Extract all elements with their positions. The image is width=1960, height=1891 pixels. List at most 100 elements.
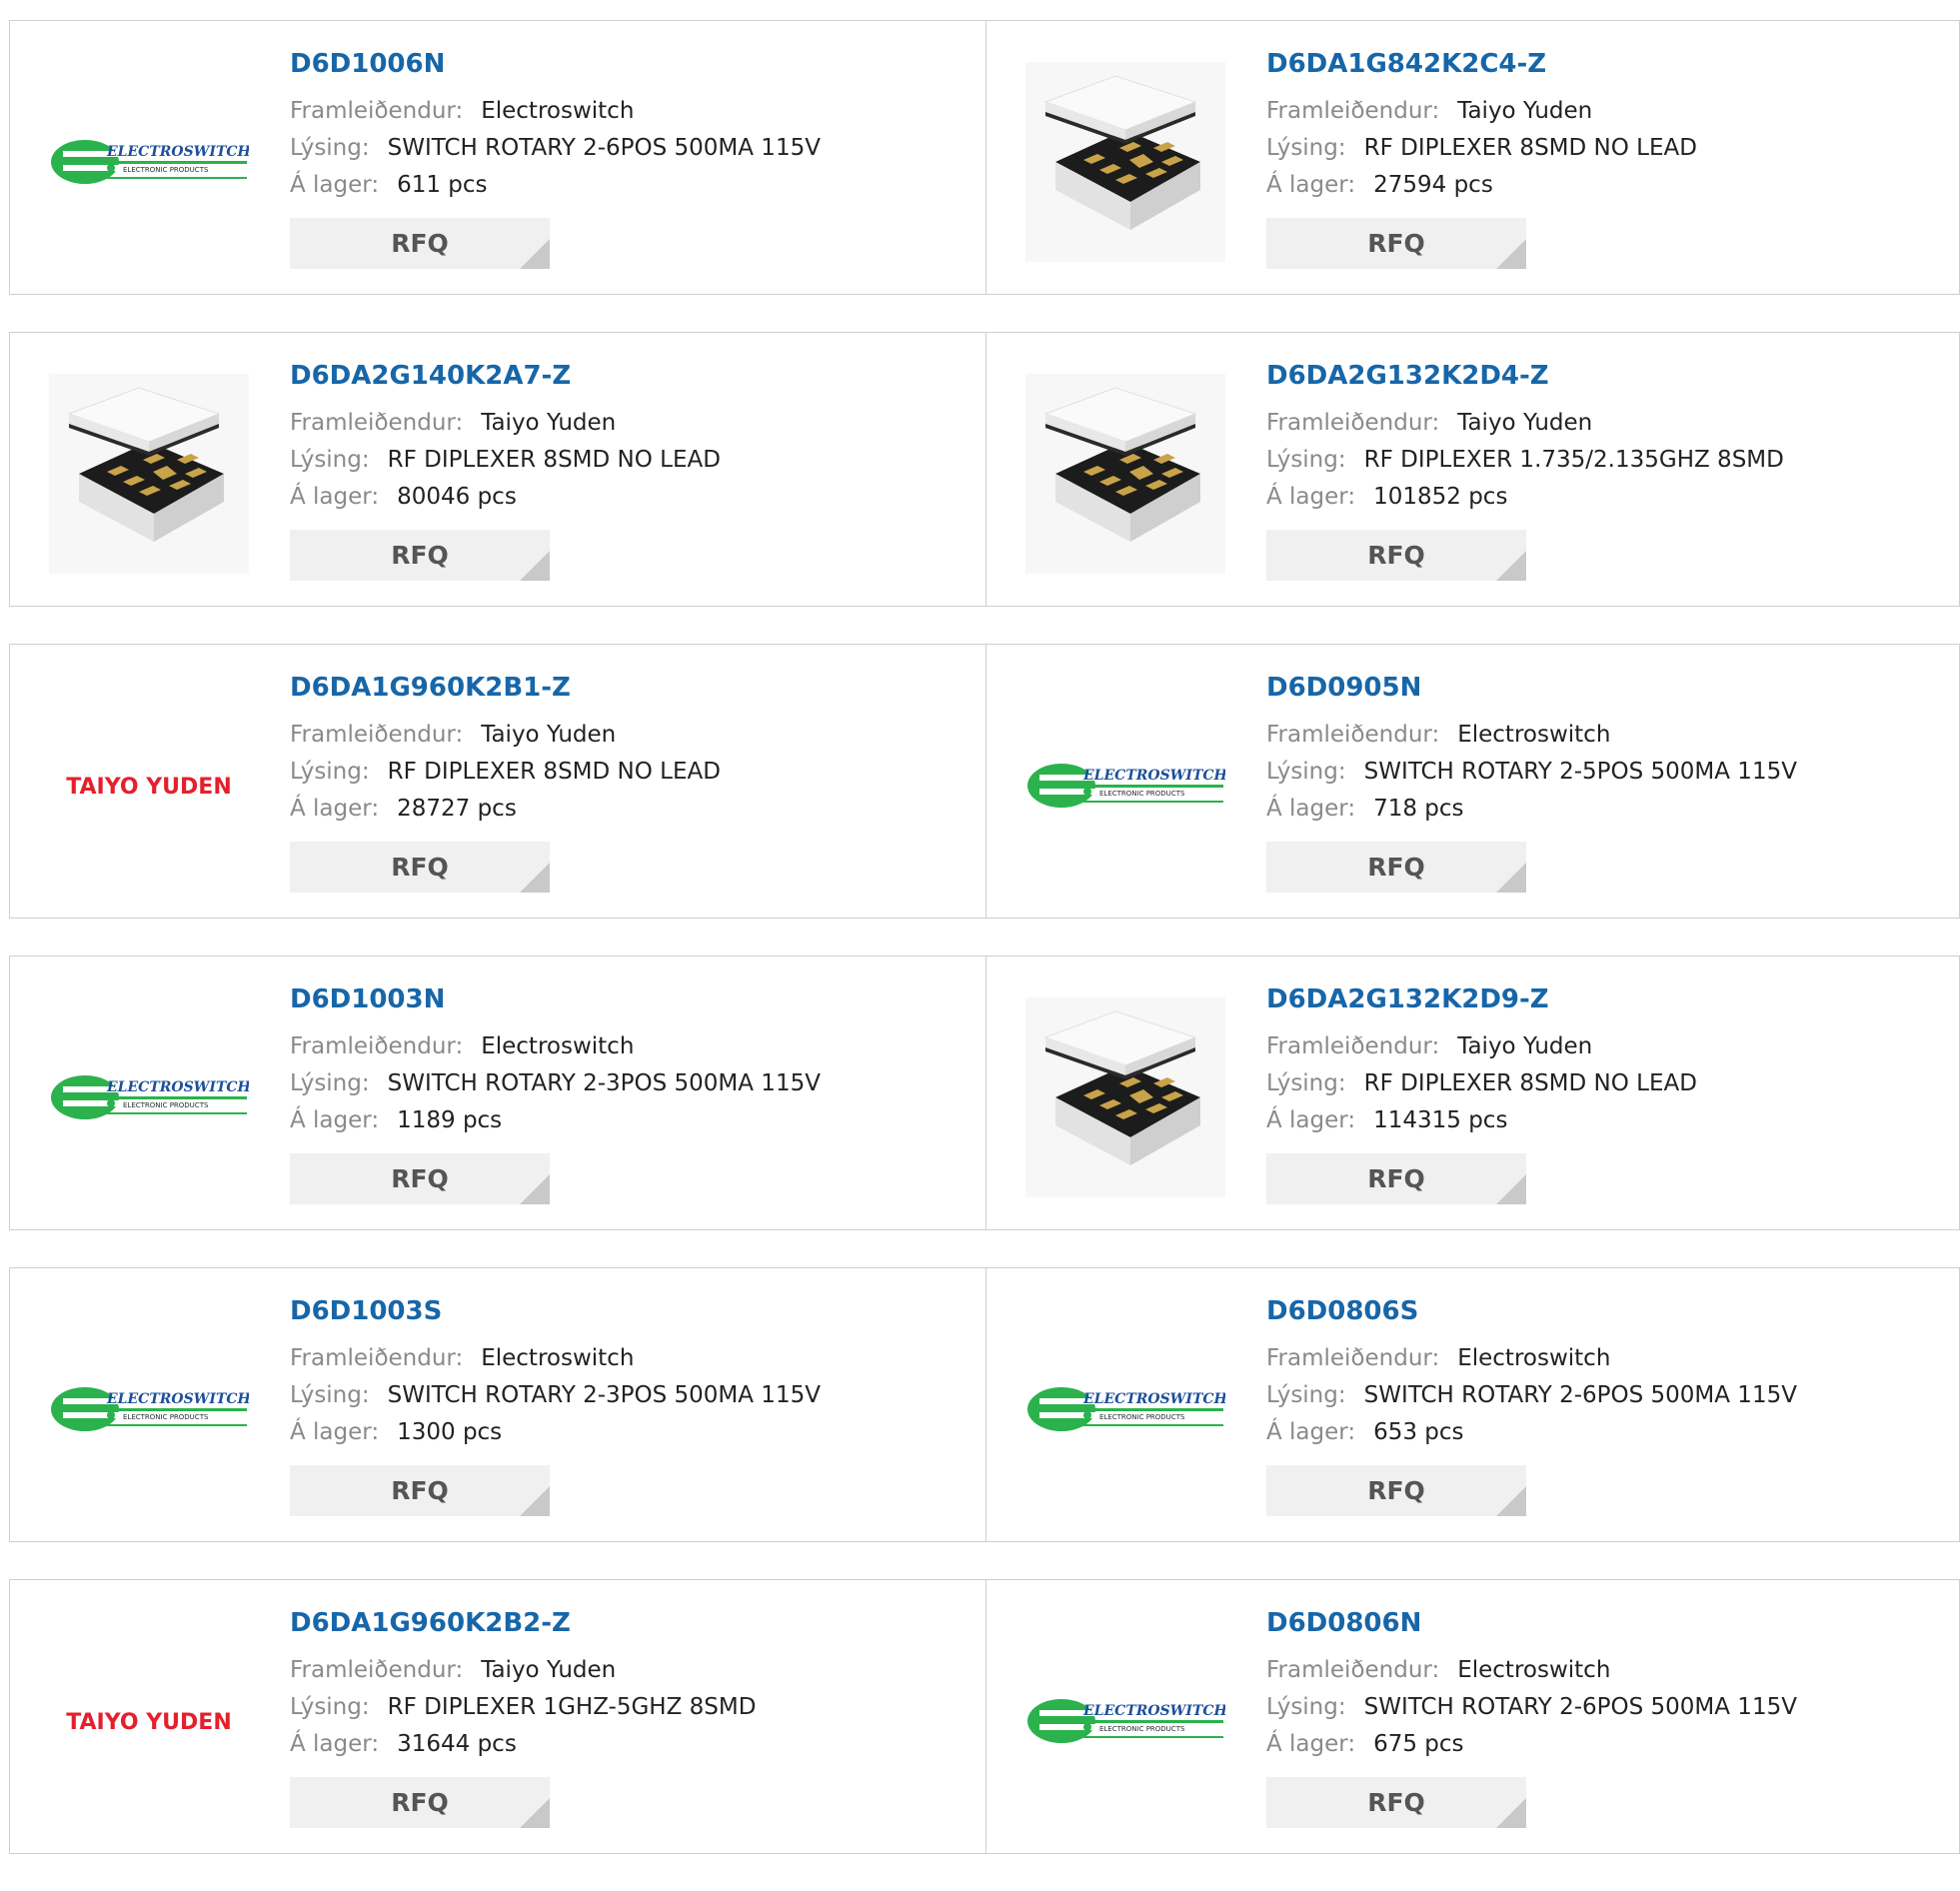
electroswitch-logo-name: ELECTROSWITCH [106,1079,249,1095]
manufacturer-value: Taiyo Yuden [1457,1033,1593,1059]
rfq-button[interactable]: RFQ [290,218,550,269]
rfq-label: RFQ [391,1788,449,1817]
description-label: Lýsing: [290,447,370,473]
rfq-button[interactable]: RFQ [290,1777,550,1828]
manufacturer-label: Framleiðendur: [290,1033,464,1059]
stock-label: Á lager: [290,172,380,198]
description-row: Lýsing: RF DIPLEXER 8SMD NO LEAD [1266,130,1697,167]
part-number-link[interactable]: D6D1003S [290,1296,821,1326]
part-number-link[interactable]: D6DA2G132K2D4-Z [1266,361,1784,391]
rfq-corner-decoration [1496,1798,1526,1828]
stock-label: Á lager: [290,1419,380,1445]
rfq-button[interactable]: RFQ [1266,1465,1526,1516]
rf-diplexer-chip-image [1025,62,1225,262]
product-info: D6DA1G842K2C4-Z Framleiðendur: Taiyo Yude… [1266,49,1697,269]
description-value: RF DIPLEXER 8SMD NO LEAD [1363,1070,1697,1096]
description-row: Lýsing: RF DIPLEXER 1GHZ-5GHZ 8SMD [290,1689,756,1726]
product-image[interactable]: ELECTROSWITCH ELECTRONIC PRODUCTS [1024,1308,1226,1510]
rfq-label: RFQ [1367,1164,1425,1193]
rfq-button[interactable]: RFQ [1266,530,1526,581]
product-image[interactable]: TAIYO YUDEN [48,685,250,887]
product-image[interactable] [48,373,250,575]
product-info: D6D1003S Framleiðendur: Electroswitch Lýs… [290,1296,821,1516]
electroswitch-logo-name: ELECTROSWITCH [1082,1703,1225,1719]
rfq-button[interactable]: RFQ [1266,1777,1526,1828]
part-number-link[interactable]: D6DA2G140K2A7-Z [290,361,721,391]
product-image[interactable]: ELECTROSWITCH ELECTRONIC PRODUCTS [1024,1620,1226,1822]
description-label: Lýsing: [1266,1070,1346,1096]
product-card: ELECTROSWITCH ELECTRONIC PRODUCTS D6D080… [986,1267,1960,1542]
manufacturer-row: Framleiðendur: Electroswitch [1266,1340,1797,1377]
stock-row: Á lager: 27594 pcs [1266,167,1697,204]
manufacturer-label: Framleiðendur: [1266,722,1440,748]
product-info: D6D0806S Framleiðendur: Electroswitch Lýs… [1266,1296,1797,1516]
product-image[interactable] [1024,373,1226,575]
product-image[interactable]: ELECTROSWITCH ELECTRONIC PRODUCTS [48,996,250,1198]
part-number-link[interactable]: D6D0806N [1266,1608,1797,1638]
rfq-corner-decoration [1496,863,1526,893]
electroswitch-logo: ELECTROSWITCH ELECTRONIC PRODUCTS [51,1387,249,1431]
part-number-link[interactable]: D6D0905N [1266,673,1797,703]
rfq-label: RFQ [1367,1476,1425,1505]
product-image[interactable] [1024,61,1226,263]
rfq-corner-decoration [520,1798,550,1828]
electroswitch-logo: ELECTROSWITCH ELECTRONIC PRODUCTS [1027,1387,1225,1431]
product-info: D6DA2G132K2D4-Z Framleiðendur: Taiyo Yude… [1266,361,1784,581]
product-card: ELECTROSWITCH ELECTRONIC PRODUCTS D6D100… [9,20,986,295]
product-card: D6DA2G140K2A7-Z Framleiðendur: Taiyo Yude… [9,332,986,607]
part-number-link[interactable]: D6DA1G960K2B1-Z [290,673,721,703]
rfq-corner-decoration [520,1486,550,1516]
description-label: Lýsing: [1266,759,1346,785]
description-value: RF DIPLEXER 8SMD NO LEAD [387,447,721,473]
part-number-link[interactable]: D6DA1G960K2B2-Z [290,1608,756,1638]
rfq-button[interactable]: RFQ [1266,1153,1526,1204]
stock-value: 114315 pcs [1373,1107,1508,1133]
product-image[interactable]: ELECTROSWITCH ELECTRONIC PRODUCTS [48,61,250,263]
rfq-button[interactable]: RFQ [1266,842,1526,893]
manufacturer-value: Electroswitch [481,98,635,124]
rf-diplexer-chip-image [49,374,249,574]
product-image[interactable]: ELECTROSWITCH ELECTRONIC PRODUCTS [48,1308,250,1510]
stock-label: Á lager: [290,484,380,510]
rfq-button[interactable]: RFQ [290,842,550,893]
product-image[interactable]: ELECTROSWITCH ELECTRONIC PRODUCTS [1024,685,1226,887]
stock-value: 31644 pcs [397,1731,517,1757]
description-label: Lýsing: [290,135,370,161]
product-image[interactable]: TAIYO YUDEN [48,1620,250,1822]
manufacturer-label: Framleiðendur: [290,1657,464,1683]
rfq-label: RFQ [391,1164,449,1193]
rfq-button[interactable]: RFQ [290,1153,550,1204]
rfq-label: RFQ [391,1476,449,1505]
manufacturer-label: Framleiðendur: [290,1345,464,1371]
stock-row: Á lager: 718 pcs [1266,791,1797,828]
stock-value: 27594 pcs [1373,172,1493,198]
stock-label: Á lager: [1266,1419,1356,1445]
part-number-link[interactable]: D6DA1G842K2C4-Z [1266,49,1697,79]
product-row: ELECTROSWITCH ELECTRONIC PRODUCTS D6D100… [9,20,1960,295]
product-card: TAIYO YUDEN D6DA1G960K2B1-Z Framleiðendu… [9,644,986,919]
rfq-label: RFQ [391,541,449,570]
taiyo-logo-text: TAIYO YUDEN [66,775,232,800]
manufacturer-row: Framleiðendur: Taiyo Yuden [290,405,721,442]
manufacturer-value: Taiyo Yuden [481,1657,617,1683]
product-info: D6DA1G960K2B2-Z Framleiðendur: Taiyo Yude… [290,1608,756,1828]
manufacturer-label: Framleiðendur: [1266,1657,1440,1683]
product-row: ELECTROSWITCH ELECTRONIC PRODUCTS D6D100… [9,955,1960,1230]
stock-row: Á lager: 1189 pcs [290,1102,821,1139]
stock-label: Á lager: [290,1107,380,1133]
stock-row: Á lager: 31644 pcs [290,1726,756,1763]
rfq-corner-decoration [520,551,550,581]
electroswitch-logo-name: ELECTROSWITCH [106,1391,249,1407]
manufacturer-label: Framleiðendur: [1266,1033,1440,1059]
part-number-link[interactable]: D6D1003N [290,984,821,1014]
rfq-button[interactable]: RFQ [290,530,550,581]
part-number-link[interactable]: D6D0806S [1266,1296,1797,1326]
product-grid: ELECTROSWITCH ELECTRONIC PRODUCTS D6D100… [9,20,1960,1891]
part-number-link[interactable]: D6D1006N [290,49,821,79]
part-number-link[interactable]: D6DA2G132K2D9-Z [1266,984,1697,1014]
product-image[interactable] [1024,996,1226,1198]
rfq-button[interactable]: RFQ [290,1465,550,1516]
rfq-button[interactable]: RFQ [1266,218,1526,269]
manufacturer-row: Framleiðendur: Electroswitch [290,93,821,130]
product-card: ELECTROSWITCH ELECTRONIC PRODUCTS D6D080… [986,1579,1960,1854]
